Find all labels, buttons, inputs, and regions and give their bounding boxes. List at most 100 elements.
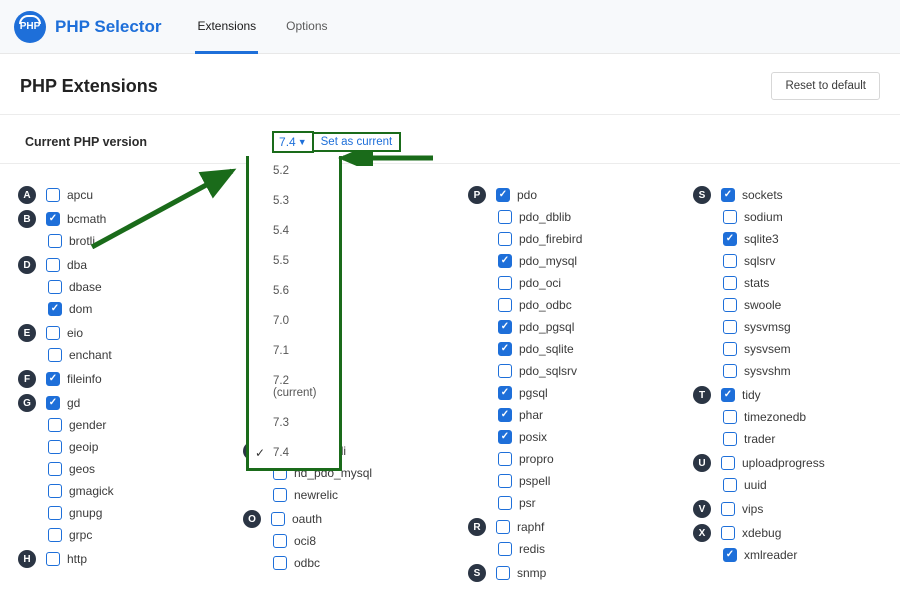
extension-checkbox[interactable]: [721, 188, 735, 202]
extension-checkbox[interactable]: [498, 298, 512, 312]
nav-tabs: Extensions Options: [195, 1, 329, 53]
version-option[interactable]: 5.2: [249, 156, 339, 186]
app-title: PHP Selector: [55, 17, 161, 37]
version-option[interactable]: 5.3: [249, 186, 339, 216]
extension-checkbox[interactable]: [496, 520, 510, 534]
version-select[interactable]: 7.4 ▼: [272, 131, 314, 153]
extension-checkbox[interactable]: [498, 386, 512, 400]
extension-checkbox[interactable]: [721, 388, 735, 402]
extension-checkbox[interactable]: [496, 188, 510, 202]
extension-checkbox[interactable]: [273, 534, 287, 548]
extension-name: pdo: [517, 188, 537, 202]
extension-checkbox[interactable]: [48, 418, 62, 432]
extension-checkbox[interactable]: [48, 506, 62, 520]
extension-checkbox[interactable]: [723, 320, 737, 334]
version-option[interactable]: 7.2 (current): [249, 366, 339, 408]
extension-name: brotli: [69, 234, 95, 248]
extension-checkbox[interactable]: [723, 478, 737, 492]
extension-checkbox[interactable]: [271, 512, 285, 526]
version-row: Current PHP version 7.4 ▼ Set as current…: [0, 115, 900, 164]
extension-checkbox[interactable]: [498, 342, 512, 356]
extension-checkbox[interactable]: [46, 396, 60, 410]
extension-checkbox[interactable]: [498, 276, 512, 290]
extension-checkbox[interactable]: [46, 212, 60, 226]
extension-checkbox[interactable]: [498, 474, 512, 488]
extension-checkbox[interactable]: [723, 432, 737, 446]
extension-checkbox[interactable]: [721, 456, 735, 470]
version-option[interactable]: 5.6: [249, 276, 339, 306]
extension-checkbox[interactable]: [723, 210, 737, 224]
extension-item: phar: [468, 404, 693, 426]
version-dropdown[interactable]: 5.25.35.45.55.67.07.17.2 (current)7.3✓7.…: [246, 156, 342, 471]
version-option[interactable]: 5.4: [249, 216, 339, 246]
extension-checkbox[interactable]: [48, 234, 62, 248]
tab-options[interactable]: Options: [284, 1, 329, 53]
extension-name: sodium: [744, 210, 783, 224]
version-option[interactable]: ✓7.4: [249, 438, 339, 468]
extension-checkbox[interactable]: [498, 210, 512, 224]
extension-checkbox[interactable]: [498, 430, 512, 444]
set-as-current-button[interactable]: Set as current: [314, 132, 402, 152]
extension-checkbox[interactable]: [48, 302, 62, 316]
version-option[interactable]: 7.3: [249, 408, 339, 438]
extension-item: sqlsrv: [693, 250, 900, 272]
extension-checkbox[interactable]: [498, 232, 512, 246]
extension-checkbox[interactable]: [273, 556, 287, 570]
extension-checkbox[interactable]: [48, 528, 62, 542]
extension-name: stats: [744, 276, 769, 290]
extension-item: Ttidy: [693, 384, 900, 406]
extension-checkbox[interactable]: [723, 342, 737, 356]
extension-item: pdo_pgsql: [468, 316, 693, 338]
extension-checkbox[interactable]: [46, 258, 60, 272]
extension-item: trader: [693, 428, 900, 450]
extension-item: gender: [18, 414, 243, 436]
extension-checkbox[interactable]: [723, 410, 737, 424]
extension-checkbox[interactable]: [498, 408, 512, 422]
extension-checkbox[interactable]: [723, 232, 737, 246]
extension-checkbox[interactable]: [46, 188, 60, 202]
extension-item: xmlreader: [693, 544, 900, 566]
extension-checkbox[interactable]: [46, 326, 60, 340]
version-option[interactable]: 7.1: [249, 336, 339, 366]
extension-item: sysvmsg: [693, 316, 900, 338]
extension-item: dbase: [18, 276, 243, 298]
extension-item: pdo_oci: [468, 272, 693, 294]
version-option[interactable]: 5.5: [249, 246, 339, 276]
extension-checkbox[interactable]: [48, 280, 62, 294]
extension-name: uploadprogress: [742, 456, 825, 470]
extension-checkbox[interactable]: [721, 526, 735, 540]
extension-name: dbase: [69, 280, 102, 294]
extension-checkbox[interactable]: [496, 566, 510, 580]
tab-extensions[interactable]: Extensions: [195, 1, 258, 54]
extension-checkbox[interactable]: [498, 254, 512, 268]
extension-checkbox[interactable]: [498, 542, 512, 556]
extension-name: sockets: [742, 188, 783, 202]
extension-checkbox[interactable]: [48, 462, 62, 476]
extension-name: pgsql: [519, 386, 548, 400]
extension-checkbox[interactable]: [723, 364, 737, 378]
extension-checkbox[interactable]: [48, 348, 62, 362]
extension-checkbox[interactable]: [721, 502, 735, 516]
extension-name: grpc: [69, 528, 92, 542]
extension-checkbox[interactable]: [498, 320, 512, 334]
version-option[interactable]: 7.0: [249, 306, 339, 336]
letter-badge: T: [693, 386, 711, 404]
extension-item: pdo_dblib: [468, 206, 693, 228]
extension-checkbox[interactable]: [723, 548, 737, 562]
extension-item: timezonedb: [693, 406, 900, 428]
extension-checkbox[interactable]: [48, 440, 62, 454]
extension-name: dba: [67, 258, 87, 272]
check-icon: ✓: [255, 446, 265, 460]
extension-checkbox[interactable]: [46, 372, 60, 386]
extension-checkbox[interactable]: [273, 488, 287, 502]
extension-checkbox[interactable]: [723, 254, 737, 268]
reset-to-default-button[interactable]: Reset to default: [771, 72, 880, 100]
extension-checkbox[interactable]: [48, 484, 62, 498]
extension-name: sqlite3: [744, 232, 779, 246]
extension-checkbox[interactable]: [723, 276, 737, 290]
extension-checkbox[interactable]: [723, 298, 737, 312]
extension-item: gnupg: [18, 502, 243, 524]
extension-checkbox[interactable]: [498, 452, 512, 466]
extension-checkbox[interactable]: [498, 496, 512, 510]
extension-checkbox[interactable]: [498, 364, 512, 378]
